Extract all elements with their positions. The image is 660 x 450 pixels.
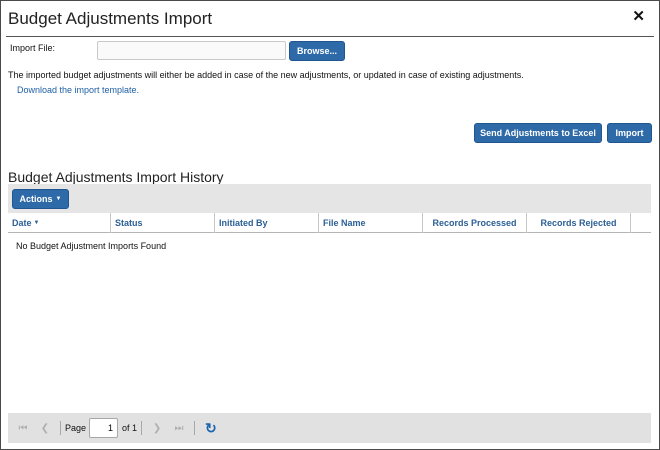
pager-separator <box>60 421 61 435</box>
import-file-field[interactable] <box>97 41 286 60</box>
import-info-text: The imported budget adjustments will eit… <box>8 70 524 80</box>
column-label: Status <box>115 218 143 228</box>
close-icon[interactable]: ✕ <box>632 9 645 25</box>
actions-label: Actions <box>19 194 53 204</box>
pager-separator <box>141 421 143 435</box>
import-file-label: Import File: <box>10 43 56 53</box>
column-label: Records Processed <box>432 218 517 228</box>
title-divider <box>6 36 654 37</box>
send-to-excel-button[interactable]: Send Adjustments to Excel <box>474 123 602 143</box>
column-header-date[interactable]: Date ▼ <box>8 213 111 233</box>
column-label: Records Rejected <box>540 218 617 228</box>
next-page-icon[interactable]: ❯ <box>146 423 168 434</box>
history-title: Budget Adjustments Import History <box>8 169 224 185</box>
first-page-icon[interactable]: ⏮ <box>12 423 34 434</box>
column-header-records-rejected[interactable]: Records Rejected <box>527 213 631 233</box>
column-header-initiated-by[interactable]: Initiated By <box>215 213 319 233</box>
browse-button[interactable]: Browse... <box>289 41 345 61</box>
column-header-status[interactable]: Status <box>111 213 215 233</box>
page-number-input[interactable] <box>89 418 119 438</box>
column-label: Date <box>12 218 32 228</box>
column-header-file-name[interactable]: File Name <box>319 213 423 233</box>
page-count-label: of 1 <box>122 423 138 433</box>
column-header-records-processed[interactable]: Records Processed <box>423 213 527 233</box>
history-grid-header: Date ▼ Status Initiated By File Name Rec… <box>8 213 651 233</box>
caret-down-icon: ▼ <box>55 196 62 202</box>
empty-grid-message: No Budget Adjustment Imports Found <box>16 241 167 251</box>
import-dialog: Budget Adjustments Import ✕ Import File:… <box>0 0 660 450</box>
history-toolbar: Actions ▼ <box>8 184 651 213</box>
pagination-bar: ⏮ ❮ Page of 1 ❯ ⏭ ↻ <box>8 413 651 443</box>
page-label: Page <box>65 423 87 433</box>
sort-desc-icon: ▼ <box>33 220 40 226</box>
dialog-title: Budget Adjustments Import <box>8 9 213 28</box>
column-label: Initiated By <box>219 218 268 228</box>
import-button[interactable]: Import <box>607 123 652 143</box>
pager-separator <box>194 421 196 435</box>
download-template-link[interactable]: Download the import template. <box>17 85 139 95</box>
last-page-icon[interactable]: ⏭ <box>168 423 190 434</box>
refresh-icon[interactable]: ↻ <box>205 420 217 437</box>
column-label: File Name <box>323 218 366 228</box>
prev-page-icon[interactable]: ❮ <box>34 423 56 434</box>
actions-button[interactable]: Actions ▼ <box>12 189 69 209</box>
